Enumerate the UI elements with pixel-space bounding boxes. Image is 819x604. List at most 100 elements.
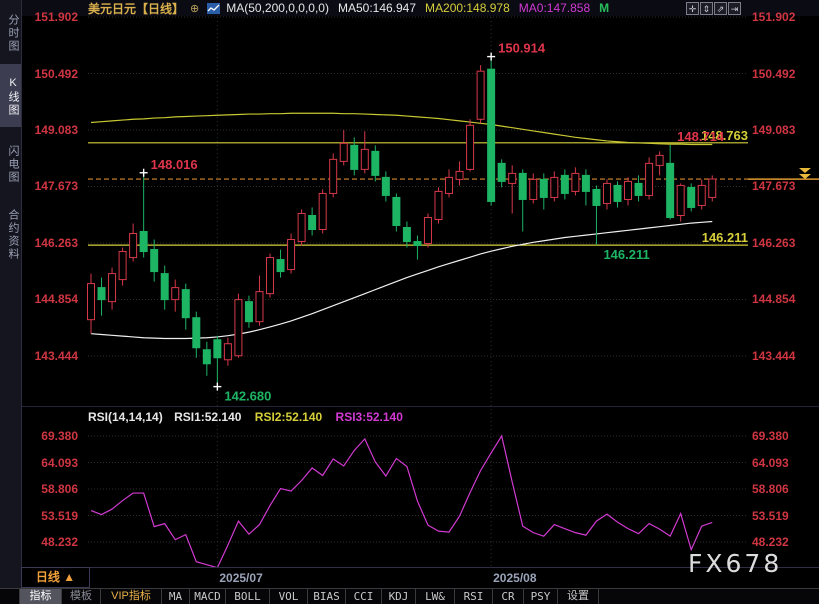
candle	[330, 159, 337, 193]
candle	[393, 197, 400, 225]
candle	[193, 318, 200, 348]
candle	[403, 228, 410, 242]
expand-icon[interactable]: ⊕	[190, 2, 199, 15]
candle	[88, 284, 95, 320]
zoom-horizontal-icon[interactable]: ⇗	[714, 2, 727, 15]
ma200-value: MA200:148.978	[425, 1, 510, 15]
candle	[561, 175, 568, 193]
price-axis-label: 143.444	[20, 349, 78, 363]
candle	[498, 163, 505, 181]
candle	[530, 179, 537, 199]
sidebar-item-contract-info[interactable]: 合约资料	[0, 196, 21, 271]
price-axis-label: 149.083	[20, 123, 78, 137]
price-axis-label: 151.902	[752, 10, 812, 24]
ma-extra-label: M	[599, 1, 609, 15]
toolbar-item-BOLL[interactable]: BOLL	[226, 589, 270, 604]
candle	[203, 350, 210, 364]
price-axis-label: 146.263	[20, 236, 78, 250]
rsi-axis-label: 53.519	[752, 509, 812, 523]
toolbar-item-设置[interactable]: 设置	[558, 589, 599, 604]
rsi-line	[91, 436, 712, 568]
chart-tool-icons: ✛ ⇕ ⇗ ⇥	[686, 2, 741, 15]
candle	[182, 290, 189, 318]
price-axis-label: 147.673	[752, 179, 812, 193]
rsi-axis-label: 58.806	[752, 482, 812, 496]
toolbar-item-PSY[interactable]: PSY	[524, 589, 558, 604]
candle	[361, 149, 368, 169]
candle	[677, 185, 684, 215]
toolbar-item-指标[interactable]: 指标	[20, 589, 62, 604]
candle	[709, 179, 716, 197]
toolbar-item-MACD[interactable]: MACD	[190, 589, 226, 604]
price-chart-canvas[interactable]: 148.763146.211148.016150.914142.680146.2…	[22, 16, 819, 568]
candle	[277, 260, 284, 272]
candle	[424, 217, 431, 243]
candle	[435, 191, 442, 219]
rsi-params: RSI(14,14,14)	[88, 410, 163, 424]
hline-price-label: 146.211	[702, 230, 748, 245]
candle	[319, 193, 326, 229]
price-axis-label: 143.444	[752, 349, 812, 363]
toolbar-item-CR[interactable]: CR	[493, 589, 524, 604]
date-axis-label: 2025/07	[219, 571, 262, 585]
sidebar-item-time-chart[interactable]: 分时图	[0, 2, 21, 61]
toolbar-item-LW&[interactable]: LW&	[416, 589, 455, 604]
candle	[509, 173, 516, 183]
candle	[256, 292, 263, 322]
swing-annotation: 146.211	[603, 247, 649, 262]
swing-annotation: 148.016	[151, 157, 198, 172]
candle	[467, 125, 474, 169]
price-axis-label: 144.854	[20, 292, 78, 306]
price-axis-label: 150.492	[20, 67, 78, 81]
swing-annotation: 150.914	[498, 41, 546, 56]
fx-chart-window: 分时图 K线图 闪电图 合约资料 美元日元【日线】 ⊕ MA(50,200,0,…	[0, 0, 819, 604]
ma0-value: MA0:147.858	[519, 1, 590, 15]
ma50-line	[91, 221, 712, 338]
toolbar-item-KDJ[interactable]: KDJ	[382, 589, 416, 604]
candle	[593, 189, 600, 205]
toolbar-spacer	[0, 589, 20, 604]
price-axis-label: 150.492	[752, 67, 812, 81]
candle	[172, 288, 179, 300]
ma50-value: MA50:146.947	[338, 1, 416, 15]
rsi-axis-label: 64.093	[752, 456, 812, 470]
period-selector[interactable]: 日线 ▲	[21, 567, 90, 588]
sidebar-item-lightning-chart[interactable]: 闪电图	[0, 132, 21, 193]
candle	[488, 69, 495, 201]
toolbar-item-CCI[interactable]: CCI	[346, 589, 382, 604]
candle	[309, 215, 316, 229]
swing-annotation: 148.714	[677, 129, 725, 144]
panel-divider	[22, 406, 819, 407]
candle	[540, 179, 547, 197]
candle	[109, 274, 116, 302]
candle	[298, 213, 305, 241]
candle	[603, 183, 610, 203]
candle	[646, 163, 653, 195]
rsi2-value: RSI2:52.140	[255, 410, 322, 424]
indicator-toolbar: 指标模板VIP指标MAMACDBOLLVOLBIASCCIKDJLW&RSICR…	[0, 588, 819, 604]
chevron-up-icon: ▲	[63, 570, 75, 584]
candle	[288, 240, 295, 270]
price-axis-label: 144.854	[752, 292, 812, 306]
rsi3-value: RSI3:52.140	[336, 410, 403, 424]
fx678-watermark: FX678	[688, 549, 782, 578]
rsi-axis-label: 48.232	[752, 535, 812, 549]
crosshair-icon[interactable]: ✛	[686, 2, 699, 15]
toolbar-item-模板[interactable]: 模板	[62, 589, 101, 604]
candle	[688, 187, 695, 207]
toolbar-item-RSI[interactable]: RSI	[455, 589, 493, 604]
sidebar-item-candle-chart[interactable]: K线图	[0, 64, 21, 127]
candle	[456, 171, 463, 179]
candle	[214, 340, 221, 358]
candle	[245, 302, 252, 322]
toolbar-item-MA[interactable]: MA	[162, 589, 190, 604]
symbol-title: 美元日元【日线】	[88, 0, 184, 17]
toolbar-item-BIAS[interactable]: BIAS	[308, 589, 346, 604]
candle	[551, 177, 558, 197]
pan-right-icon[interactable]: ⇥	[728, 2, 741, 15]
candle	[351, 145, 358, 169]
zoom-vertical-icon[interactable]: ⇕	[700, 2, 713, 15]
toolbar-item-VIP指标[interactable]: VIP指标	[101, 589, 162, 604]
price-axis-label: 147.673	[20, 179, 78, 193]
toolbar-item-VOL[interactable]: VOL	[270, 589, 308, 604]
